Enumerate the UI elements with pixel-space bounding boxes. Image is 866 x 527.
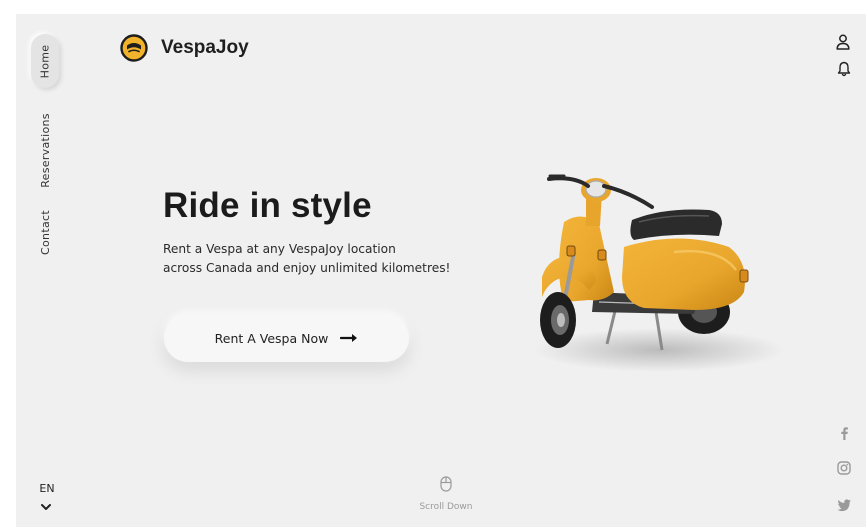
instagram-icon[interactable] — [836, 460, 852, 476]
brand-name: VespaJoy — [161, 37, 249, 58]
hero-description-line1: Rent a Vespa at any VespaJoy location — [163, 242, 396, 256]
twitter-icon[interactable] — [836, 497, 852, 513]
brand[interactable]: VespaJoy — [120, 34, 249, 62]
landing-page: Home Reservations Contact EN VespaJoy Ri… — [16, 14, 866, 527]
language-selector[interactable]: EN — [38, 482, 56, 495]
chevron-down-icon[interactable] — [40, 503, 52, 512]
hero-title: Ride in style — [163, 186, 372, 225]
user-icon[interactable] — [836, 34, 850, 50]
bell-icon[interactable] — [837, 61, 851, 77]
hero-description-line2: across Canada and enjoy unlimited kilome… — [163, 261, 451, 275]
arrow-right-icon — [340, 334, 358, 342]
rent-vespa-button[interactable]: Rent A Vespa Now — [164, 314, 409, 362]
nav-item-home[interactable]: Home — [31, 34, 59, 88]
helmet-icon — [120, 34, 148, 62]
hero-description: Rent a Vespa at any VespaJoy location ac… — [163, 240, 493, 278]
scroll-down-label[interactable]: Scroll Down — [406, 502, 486, 512]
facebook-icon[interactable] — [836, 425, 852, 441]
scooter-image — [534, 174, 784, 372]
mouse-icon[interactable] — [440, 476, 452, 492]
rent-vespa-button-label: Rent A Vespa Now — [214, 330, 329, 346]
nav-item-contact-label: Contact — [38, 209, 52, 255]
side-nav: Home Reservations Contact — [16, 14, 76, 527]
nav-item-reservations-label: Reservations — [38, 112, 52, 188]
nav-item-contact[interactable]: Contact — [31, 204, 59, 260]
nav-item-reservations[interactable]: Reservations — [31, 110, 59, 190]
nav-item-home-label: Home — [38, 44, 52, 78]
